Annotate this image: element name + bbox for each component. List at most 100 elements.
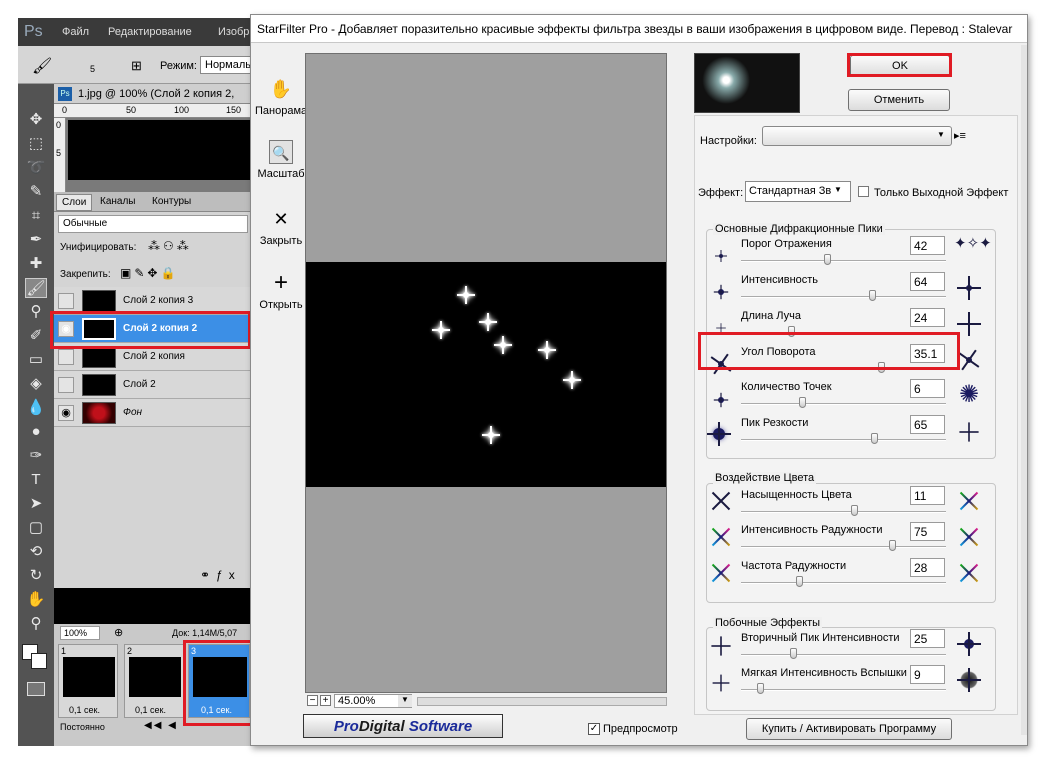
layer-row[interactable]: Слой 2 xyxy=(54,371,250,399)
presets-menu-icon[interactable]: ▸≡ xyxy=(954,129,966,142)
slider-track[interactable] xyxy=(741,511,946,513)
value-field[interactable]: 9 xyxy=(910,665,945,684)
bucket-icon[interactable]: ◈ xyxy=(25,374,47,394)
buy-activate-button[interactable]: Купить / Активировать Программу xyxy=(746,718,952,740)
menu-file[interactable]: Файл xyxy=(62,26,89,38)
value-field[interactable]: 75 xyxy=(910,522,945,541)
visibility-toggle[interactable] xyxy=(58,293,74,309)
blend-mode-select[interactable]: Обычные xyxy=(58,215,248,233)
zoom-tool-icon[interactable]: ⚲ xyxy=(25,614,47,634)
menu-edit[interactable]: Редактирование xyxy=(108,26,192,38)
stamp-tool-icon[interactable]: ⚲ xyxy=(25,302,47,322)
frame-thumb[interactable]: 1 0,1 сек. xyxy=(58,644,118,718)
eyedropper-icon[interactable]: ✒ xyxy=(25,230,47,250)
slider-thumb[interactable] xyxy=(796,576,803,587)
brush-panel-icon[interactable]: ⊞ xyxy=(131,58,142,74)
eye-icon[interactable]: ◉ xyxy=(58,405,74,421)
prodigital-logo: ProDigital Software xyxy=(303,714,503,738)
quick-select-icon[interactable]: ✎ xyxy=(25,182,47,202)
frame-delay[interactable]: 0,1 сек. xyxy=(69,705,100,715)
move-tool-icon[interactable]: ✥ xyxy=(25,110,47,130)
doc-canvas[interactable] xyxy=(68,120,250,180)
preview-checkbox[interactable]: ✓ xyxy=(588,723,600,735)
presets-dropdown[interactable] xyxy=(762,126,952,146)
slider-track[interactable] xyxy=(741,689,946,691)
slider-thumb[interactable] xyxy=(889,540,896,551)
3d-orbit-icon[interactable]: ↻ xyxy=(25,566,47,586)
dodge-icon[interactable]: ● xyxy=(25,422,47,442)
type-tool-icon[interactable]: T xyxy=(25,470,47,490)
output-only-checkbox[interactable] xyxy=(858,186,869,197)
zoom-in-button[interactable]: + xyxy=(320,695,331,706)
slider-track[interactable] xyxy=(741,260,946,262)
value-field[interactable]: 64 xyxy=(910,272,945,291)
crop-tool-icon[interactable]: ⌗ xyxy=(25,206,47,226)
playback-icons[interactable]: ◀◀ ◀ xyxy=(144,720,178,731)
tab-layers[interactable]: Слои xyxy=(56,194,93,211)
slider-track[interactable] xyxy=(741,439,946,441)
slider-thumb[interactable] xyxy=(757,683,764,694)
tool-open[interactable]: + Открыть xyxy=(255,271,307,312)
slider-thumb[interactable] xyxy=(790,648,797,659)
slider-thumb[interactable] xyxy=(851,505,858,516)
slider-track[interactable] xyxy=(741,546,946,548)
loop-select[interactable]: Постоянно xyxy=(60,722,105,732)
slider-track[interactable] xyxy=(741,403,946,405)
frame-thumb[interactable]: 2 0,1 сек. xyxy=(124,644,184,718)
path-select-icon[interactable]: ➤ xyxy=(25,494,47,514)
value-field[interactable]: 42 xyxy=(910,236,945,255)
slider-thumb[interactable] xyxy=(871,433,878,444)
slider-track[interactable] xyxy=(741,296,946,298)
eraser-icon[interactable]: ▭ xyxy=(25,350,47,370)
value-field[interactable]: 28 xyxy=(910,558,945,577)
value-field[interactable]: 65 xyxy=(910,415,945,434)
cancel-button[interactable]: Отменить xyxy=(848,89,950,111)
tool-zoom[interactable]: 🔍 Масштаб xyxy=(255,140,307,180)
doc-tab-title[interactable]: 1.jpg @ 100% (Слой 2 копия 2, xyxy=(78,88,234,100)
zoom-field[interactable]: 100% xyxy=(60,626,100,640)
slider-thumb[interactable] xyxy=(869,290,876,301)
link-fx-icons[interactable]: ⚭ƒx xyxy=(200,568,241,582)
tool-pan[interactable]: ✋ Панорама xyxy=(255,77,307,117)
brush-tool-icon[interactable]: 🖌 xyxy=(25,278,47,298)
history-brush-icon[interactable]: ✐ xyxy=(25,326,47,346)
preview-canvas[interactable] xyxy=(305,53,667,693)
close-icon: ✕ xyxy=(273,209,289,229)
star-flare xyxy=(457,286,475,304)
star-icon xyxy=(708,524,734,550)
visibility-toggle[interactable] xyxy=(58,377,74,393)
zoom-out-button[interactable]: − xyxy=(307,695,318,706)
blur-icon[interactable]: 💧 xyxy=(25,398,47,418)
slider-track[interactable] xyxy=(741,654,946,656)
visibility-toggle[interactable] xyxy=(58,349,74,365)
brush-size[interactable]: 5 xyxy=(90,64,95,74)
lasso-tool-icon[interactable]: ➰ xyxy=(25,158,47,178)
3d-rotate-icon[interactable]: ⟲ xyxy=(25,542,47,562)
status-icon[interactable]: ⊕ xyxy=(114,626,123,639)
value-field[interactable]: 24 xyxy=(910,308,945,327)
chevron-down-icon[interactable]: ▼ xyxy=(398,695,412,707)
value-field[interactable]: 6 xyxy=(910,379,945,398)
tab-channels[interactable]: Каналы xyxy=(100,196,136,207)
brush-icon[interactable]: 🖌 xyxy=(32,56,52,76)
slider-thumb[interactable] xyxy=(824,254,831,265)
hand-tool-icon[interactable]: ✋ xyxy=(25,590,47,610)
layer-row[interactable]: ◉ Фон xyxy=(54,399,250,427)
marquee-tool-icon[interactable]: ⬚ xyxy=(25,134,47,154)
lock-icons[interactable]: ▣✎✥🔒 xyxy=(120,266,178,280)
bg-color-swatch[interactable] xyxy=(31,653,47,669)
quick-mask-icon[interactable] xyxy=(27,682,45,696)
pen-tool-icon[interactable]: ✑ xyxy=(25,446,47,466)
menu-image[interactable]: Изобр xyxy=(218,26,249,38)
healing-icon[interactable]: ✚ xyxy=(25,254,47,274)
horizontal-scrollbar[interactable] xyxy=(417,697,667,706)
value-field[interactable]: 11 xyxy=(910,486,945,505)
tool-close[interactable]: ✕ Закрыть xyxy=(255,207,307,247)
tab-paths[interactable]: Контуры xyxy=(152,196,191,207)
shape-tool-icon[interactable]: ▢ xyxy=(25,518,47,538)
frame-delay[interactable]: 0,1 сек. xyxy=(135,705,166,715)
slider-track[interactable] xyxy=(741,582,946,584)
value-field[interactable]: 25 xyxy=(910,629,945,648)
unify-icons[interactable]: ⁂⚇⁂ xyxy=(148,239,192,253)
slider-thumb[interactable] xyxy=(799,397,806,408)
